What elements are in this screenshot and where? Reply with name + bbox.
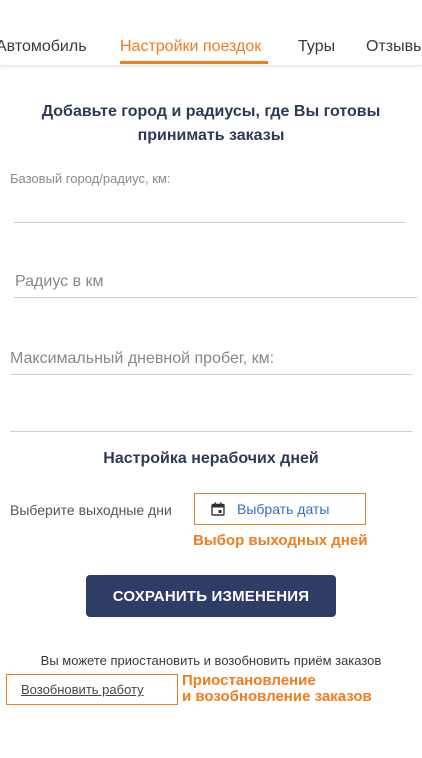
days-off-title: Настройка нерабочих дней — [103, 450, 319, 467]
calendar-icon — [211, 502, 225, 516]
section-title-line1: Добавьте город и радиусы, где Вы готовы — [41, 103, 381, 120]
daily-mileage-input[interactable]: Максимальный дневной пробег, км: — [10, 350, 274, 368]
select-dates-button[interactable]: Выбрать даты — [194, 493, 366, 525]
daily-mileage-underline — [10, 374, 412, 375]
days-off-label: Выберите выходные дни — [10, 502, 172, 518]
pause-annotation-line1: Приостановление — [182, 672, 316, 689]
pause-annotation-line2: и возобновление заказов — [182, 688, 372, 705]
active-tab-indicator — [120, 61, 268, 64]
save-changes-button[interactable]: СОХРАНИТЬ ИЗМЕНЕНИЯ — [86, 575, 336, 617]
divider — [10, 431, 412, 432]
section-title-line2: принимать заказы — [137, 127, 285, 144]
base-city-underline — [14, 222, 406, 223]
tab-bar: Автомобиль Настройки поездок Туры Отзывы — [0, 30, 422, 66]
days-off-annotation: Выбор выходных дней — [193, 532, 368, 549]
tab-automobile[interactable]: Автомобиль — [0, 38, 87, 56]
resume-work-box: Возобновить работу — [6, 674, 178, 705]
radius-input[interactable]: Радиус в км — [15, 273, 104, 291]
select-dates-label: Выбрать даты — [237, 501, 330, 517]
tab-trip-settings[interactable]: Настройки поездок — [120, 38, 261, 56]
pause-description: Вы можете приостановить и возобновить пр… — [40, 653, 382, 668]
radius-underline — [14, 297, 417, 298]
tab-reviews[interactable]: Отзывы — [366, 38, 422, 56]
base-city-label: Базовый город/радиус, км: — [10, 171, 171, 186]
resume-work-link[interactable]: Возобновить работу — [21, 682, 144, 697]
tab-tours[interactable]: Туры — [298, 38, 335, 56]
